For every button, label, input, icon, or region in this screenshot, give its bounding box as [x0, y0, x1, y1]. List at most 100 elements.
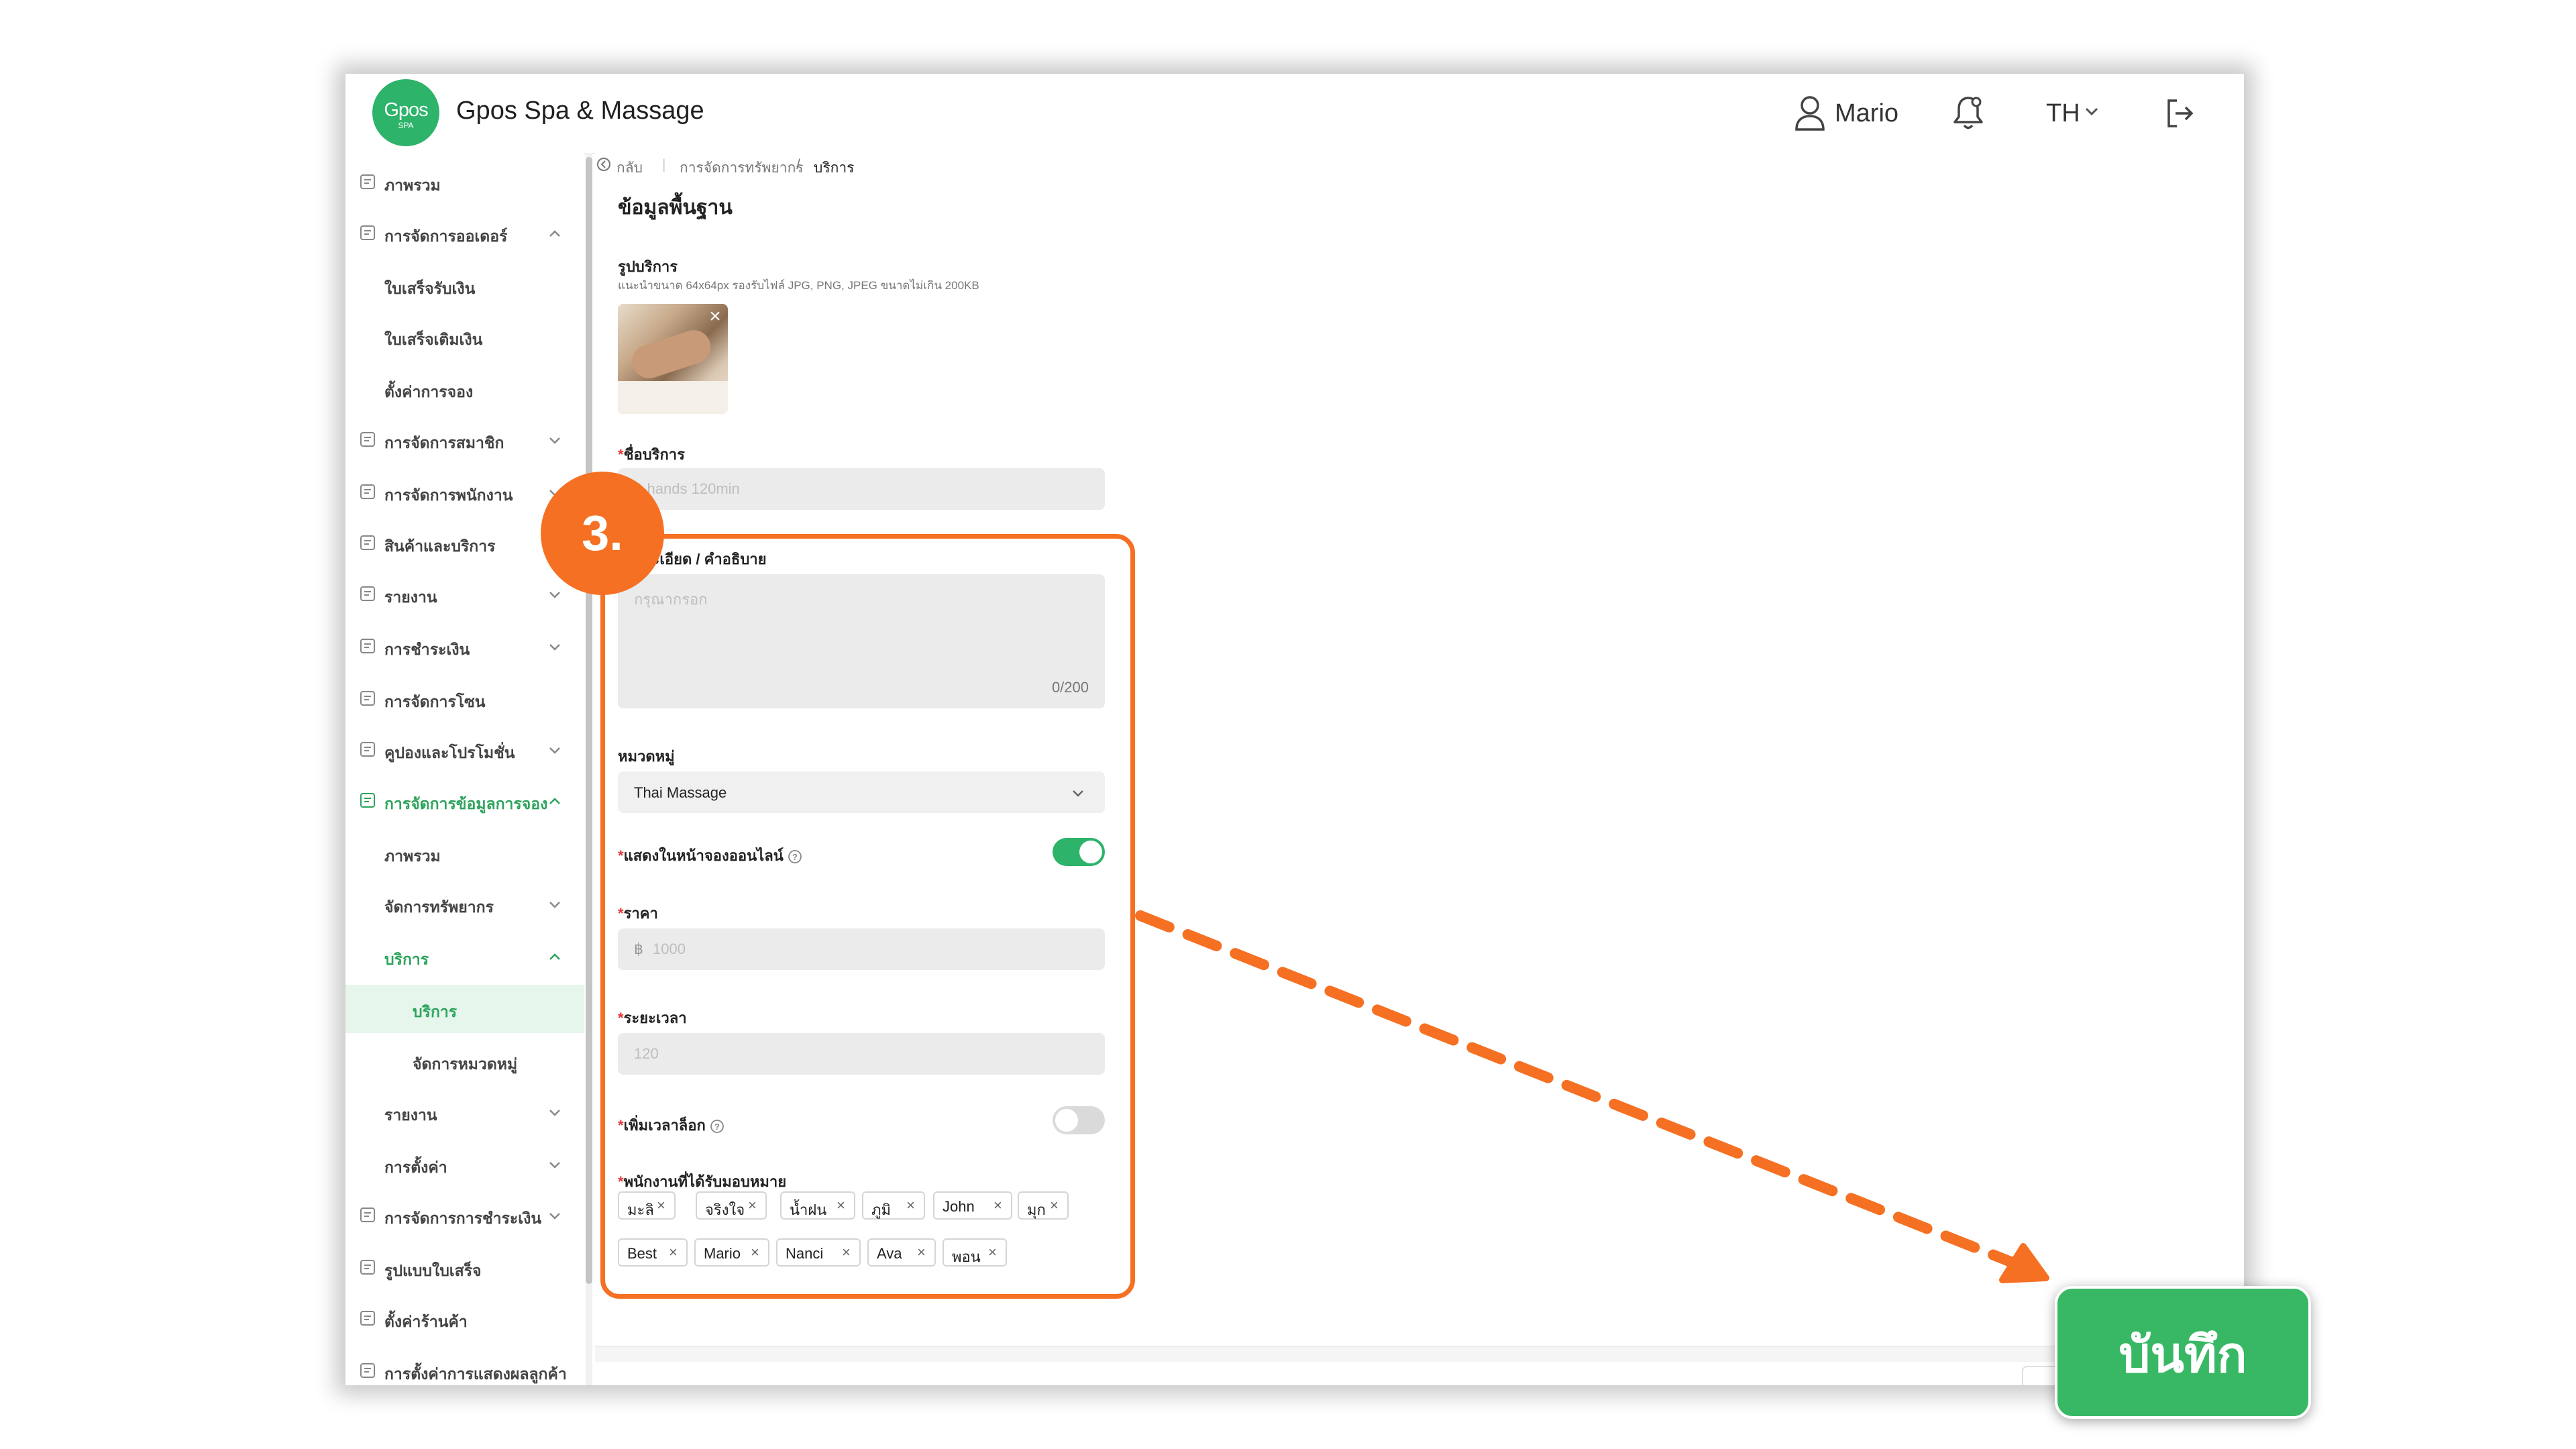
breadcrumb-divider: | [662, 157, 666, 172]
app-title: Gpos Spa & Massage [456, 97, 704, 125]
chevron-down-icon[interactable] [548, 746, 561, 755]
section-title: ข้อมูลพื้นฐาน [618, 197, 733, 219]
breadcrumb-back[interactable]: กลับ [616, 157, 643, 179]
language-selector[interactable]: TH [2046, 99, 2080, 128]
help-icon[interactable]: ? [788, 849, 802, 864]
step-badge: 3. [541, 472, 664, 595]
chevron-down-icon[interactable] [548, 436, 561, 445]
sidebar-item[interactable]: การจัดการโซน [345, 675, 584, 723]
sidebar-item[interactable]: รายงาน [345, 570, 584, 619]
chevron-down-icon[interactable] [548, 590, 561, 599]
sidebar-item-label: รายงาน [384, 588, 437, 606]
duration-label: *ระยะเวลา [618, 1010, 687, 1026]
remove-tag-icon[interactable]: × [842, 1244, 851, 1261]
sidebar-item[interactable]: ตั้งค่าร้านค้า [345, 1295, 584, 1343]
chevron-down-icon[interactable] [548, 900, 561, 909]
remove-tag-icon[interactable]: × [837, 1197, 845, 1214]
sidebar-item[interactable]: จัดการหมวดหมู่ [345, 1037, 584, 1085]
staff-tag: Nanci × [776, 1238, 861, 1267]
svg-text:?: ? [714, 1122, 720, 1132]
description-placeholder: กรุณากรอก [634, 591, 708, 608]
back-icon[interactable] [596, 157, 611, 172]
shop-settings-icon [360, 1311, 375, 1326]
category-select[interactable]: Thai Massage [618, 771, 1105, 813]
staff-tag-label: John [943, 1198, 975, 1215]
staff-tag-label: พอน [952, 1248, 981, 1265]
sidebar-item[interactable]: รูปแบบใบเสร็จ [345, 1244, 584, 1292]
sidebar-item[interactable]: ใบเสร็จรับเงิน [345, 262, 584, 310]
remove-tag-icon[interactable]: × [988, 1244, 997, 1261]
chevron-down-icon [2085, 107, 2098, 116]
staff-tag: Ava × [867, 1238, 936, 1267]
breadcrumb-parent[interactable]: การจัดการทรัพยากร [680, 157, 804, 179]
sidebar-item-label: รายงาน [384, 1106, 437, 1124]
sidebar-item[interactable]: บริการ [345, 985, 584, 1033]
staff-tag: มะลิ × [618, 1191, 676, 1220]
staff-tag: พอน × [943, 1238, 1007, 1267]
price-label: *ราคา [618, 905, 658, 922]
brand-logo[interactable]: Gpos SPA [372, 79, 439, 146]
sidebar-scrollbar-thumb[interactable] [586, 157, 592, 1284]
chevron-up-icon[interactable] [548, 953, 561, 961]
remove-tag-icon[interactable]: × [906, 1197, 915, 1214]
sidebar-item[interactable]: ตั้งค่าการจอง [345, 365, 584, 413]
sidebar-item[interactable]: การตั้งค่า [345, 1140, 584, 1189]
chevron-down-icon[interactable] [548, 1161, 561, 1169]
remove-tag-icon[interactable]: × [657, 1197, 665, 1214]
sidebar-item[interactable]: การตั้งค่าการแสดงผลลูกค้า [345, 1347, 584, 1385]
sidebar-item[interactable]: การจัดการออเดอร์ [345, 209, 584, 258]
sidebar-item-label: ภาพรวม [384, 847, 441, 865]
description-textarea[interactable]: กรุณากรอก 0/200 [618, 574, 1105, 708]
lock-time-label: *เพิ่มเวลาล็อก? [618, 1114, 724, 1137]
staff-tag-label: ภูมิ [871, 1201, 892, 1218]
sidebar-item-label: บริการ [384, 951, 429, 968]
staff-tag-label: จริงใจ [705, 1201, 745, 1218]
duration-input[interactable]: 120 [618, 1033, 1105, 1075]
sidebar-item[interactable]: การจัดการการชำระเงิน [345, 1191, 584, 1240]
remove-tag-icon[interactable]: × [669, 1244, 678, 1261]
sidebar-item[interactable]: คูปองและโปรโมชั่น [345, 726, 584, 774]
duration-label-text: ระยะเวลา [623, 1010, 687, 1026]
remove-tag-icon[interactable]: × [748, 1197, 757, 1214]
chevron-up-icon[interactable] [548, 229, 561, 238]
sidebar-item[interactable]: การจัดการข้อมูลการจอง [345, 777, 584, 825]
chevron-down-icon[interactable] [548, 1108, 561, 1117]
service-name-input[interactable]: 4-hands 120min [618, 468, 1105, 510]
lock-time-label-text: เพิ่มเวลาล็อก [623, 1117, 706, 1134]
lock-time-toggle[interactable] [1053, 1106, 1105, 1134]
sidebar-item[interactable]: ภาพรวม [345, 829, 584, 877]
sidebar-item[interactable]: จัดการทรัพยากร [345, 880, 584, 928]
remove-tag-icon[interactable]: × [994, 1197, 1002, 1214]
staff-tag-label: มุก [1027, 1201, 1046, 1218]
app-window: Gpos SPA Gpos Spa & Massage Mario TH ภาพ… [345, 74, 2244, 1385]
chevron-down-icon[interactable] [548, 1212, 561, 1220]
currency-prefix: ฿ [634, 941, 643, 957]
staff-tag: จริงใจ × [696, 1191, 767, 1220]
staff-tag: Mario × [694, 1238, 769, 1267]
remove-tag-icon[interactable]: × [1050, 1197, 1059, 1214]
remove-tag-icon[interactable]: × [917, 1244, 926, 1261]
remove-tag-icon[interactable]: × [751, 1244, 759, 1261]
receipt-format-icon [360, 1260, 375, 1275]
save-button[interactable]: บันทึก [2055, 1286, 2311, 1419]
chevron-down-icon[interactable] [548, 643, 561, 651]
coupon-icon [360, 742, 375, 757]
sidebar-item-label: ตั้งค่าการจอง [384, 383, 474, 400]
sidebar-item[interactable]: การจัดการสมาชิก [345, 416, 584, 464]
bell-icon[interactable] [1951, 94, 1986, 131]
sidebar-item[interactable]: บริการ [345, 932, 584, 981]
sidebar-item[interactable]: ภาพรวม [345, 158, 584, 207]
help-icon[interactable]: ? [710, 1119, 724, 1134]
service-image[interactable]: × [618, 304, 728, 414]
logout-icon[interactable] [2163, 97, 2197, 130]
show-online-toggle[interactable] [1053, 838, 1105, 866]
sidebar: ภาพรวม การจัดการออเดอร์ ใบเสร็จรับเงิน ใบเส… [345, 153, 584, 1385]
chevron-up-icon[interactable] [548, 797, 561, 806]
breadcrumb-current: บริการ [814, 160, 855, 176]
price-input[interactable]: ฿ 1000 [618, 928, 1105, 970]
sidebar-item[interactable]: ใบเสร็จเติมเงิน [345, 313, 584, 361]
member-icon [360, 432, 375, 447]
sidebar-item[interactable]: รายงาน [345, 1088, 584, 1136]
close-icon[interactable]: × [704, 305, 727, 328]
sidebar-item[interactable]: การชำระเงิน [345, 623, 584, 671]
